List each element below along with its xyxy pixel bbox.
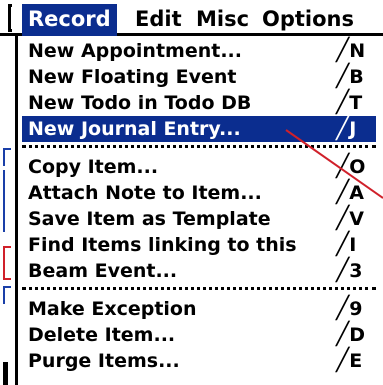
pointer-line: [285, 129, 383, 199]
